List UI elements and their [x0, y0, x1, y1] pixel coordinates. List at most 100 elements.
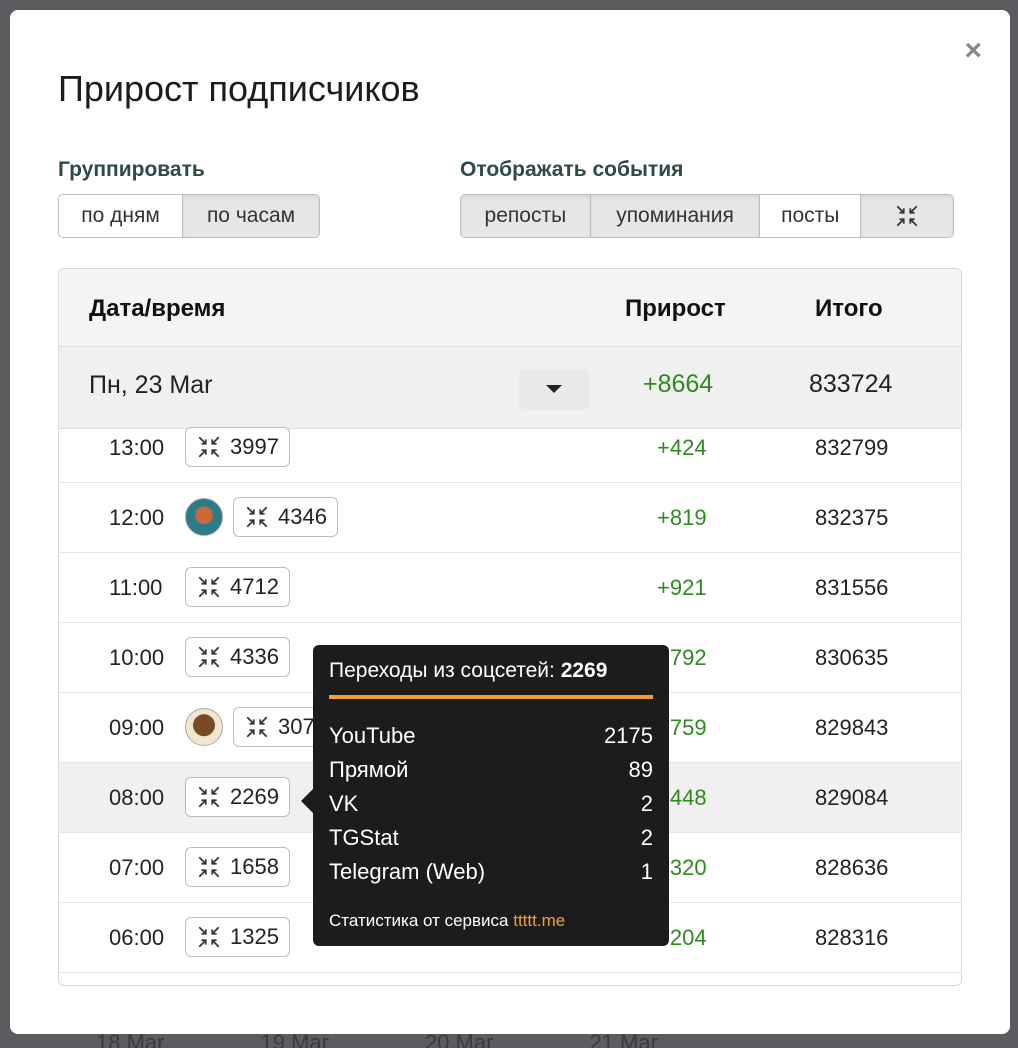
clicks-count: 4712	[230, 574, 279, 599]
tooltip-item-value: 2175	[604, 723, 653, 748]
events-posts-button[interactable]: посты	[760, 195, 862, 237]
tooltip-title-value: 2269	[560, 659, 608, 682]
row-events: 1658	[185, 847, 290, 887]
tooltip-item-name: Прямой	[329, 757, 409, 782]
tooltip-item: VK 2	[329, 791, 653, 825]
clicks-badge[interactable]: 4336	[185, 637, 290, 677]
merge-arrows-icon	[198, 926, 220, 948]
tooltip-item-name: YouTube	[329, 723, 416, 748]
row-total: 832799	[815, 435, 889, 460]
clicks-count: 1325	[230, 924, 279, 949]
row-growth: +424	[657, 435, 707, 460]
tooltip-item-value: 89	[628, 757, 653, 782]
table-row: 12:00 4346 +819 832375	[59, 483, 961, 553]
row-time: 08:00	[109, 785, 165, 810]
clicks-count: 4336	[230, 644, 279, 669]
events-label: Отображать события	[460, 158, 684, 181]
tooltip-item-name: Telegram (Web)	[329, 859, 486, 884]
tooltip-title-text: Переходы из соцсетей:	[329, 659, 555, 682]
table-row: 11:00 4712 +921 831556	[59, 553, 961, 623]
tooltip-item-value: 2	[640, 825, 653, 850]
clicks-badge[interactable]: 1658	[185, 847, 290, 887]
tooltip-item-value: 1	[640, 859, 653, 884]
row-total: 832375	[815, 505, 889, 530]
row-events: 2269	[185, 777, 290, 817]
merge-arrows-icon	[246, 506, 268, 528]
group-label: Группировать	[58, 158, 205, 181]
day-date: Пн, 23 Mar	[89, 371, 213, 399]
clicks-badge[interactable]: 1325	[185, 917, 290, 957]
subscribers-growth-modal: × Прирост подписчиков Группировать по дн…	[10, 10, 1010, 1034]
modal-title: Прирост подписчиков	[58, 68, 420, 109]
events-reposts-button[interactable]: репосты	[461, 195, 591, 237]
row-time: 13:00	[109, 435, 165, 460]
clicks-badge[interactable]: 4346	[233, 497, 338, 537]
group-by-hours-button[interactable]: по часам	[183, 195, 319, 237]
table-header: Дата/время Прирост Итого	[59, 269, 961, 347]
tooltip-item-name: VK	[329, 791, 359, 816]
tooltip-item: YouTube 2175	[329, 723, 653, 757]
clicks-count: 3997	[230, 434, 279, 459]
chevron-down-icon	[546, 385, 562, 393]
row-events: 1325	[185, 917, 290, 957]
tooltip-source-list: YouTube 2175 Прямой 89 VK 2 TGStat 2 Telegram (W…	[329, 723, 653, 893]
tooltip-accent-bar	[329, 695, 653, 699]
tooltip-title: Переходы из соцсетей: 2269	[329, 659, 653, 683]
row-time: 10:00	[109, 645, 165, 670]
merge-arrows-icon	[198, 646, 220, 668]
avatar[interactable]	[185, 708, 223, 746]
group-toggle: по дням по часам	[58, 194, 320, 238]
tooltip-item: Прямой 89	[329, 757, 653, 791]
table-row: 13:00 3997 +424 832799	[59, 427, 961, 483]
merge-arrows-icon	[198, 436, 220, 458]
merge-arrows-icon	[896, 205, 918, 227]
row-time: 07:00	[109, 855, 165, 880]
row-events: 4712	[185, 567, 290, 607]
events-toggle: репосты упоминания посты	[460, 194, 954, 238]
tooltip-footer-text: Статистика от сервиса	[329, 911, 509, 930]
social-clicks-tooltip: Переходы из соцсетей: 2269 YouTube 2175 Пр…	[301, 645, 669, 946]
tooltip-item-value: 2	[640, 791, 653, 816]
tooltip-item: TGStat 2	[329, 825, 653, 859]
row-growth: +921	[657, 575, 707, 600]
row-time: 11:00	[109, 575, 163, 600]
events-mentions-button[interactable]: упоминания	[590, 195, 761, 237]
merge-arrows-icon	[198, 856, 220, 878]
close-button[interactable]: ×	[964, 36, 982, 66]
header-total: Итого	[815, 295, 883, 322]
row-events: 4336	[185, 637, 290, 677]
events-clicks-button[interactable]	[861, 195, 953, 237]
row-growth: +819	[657, 505, 707, 530]
merge-arrows-icon	[246, 716, 268, 738]
header-date: Дата/время	[89, 295, 226, 322]
row-total: 828316	[815, 925, 889, 950]
day-growth: +8664	[643, 370, 714, 398]
day-total: 833724	[809, 370, 893, 398]
row-total: 829843	[815, 715, 889, 740]
merge-arrows-icon	[198, 576, 220, 598]
tooltip-footer-link[interactable]: ttttt.me	[513, 911, 565, 930]
clicks-badge[interactable]: 2269	[185, 777, 290, 817]
clicks-badge[interactable]: 4712	[185, 567, 290, 607]
clicks-badge[interactable]: 3997	[185, 427, 290, 467]
row-total: 829084	[815, 785, 889, 810]
tooltip-item-name: TGStat	[329, 825, 399, 850]
header-growth: Прирост	[625, 295, 726, 322]
row-total: 831556	[815, 575, 889, 600]
day-summary-row[interactable]: Пн, 23 Mar +8664 833724	[59, 347, 961, 429]
row-events: 3997	[185, 427, 290, 467]
day-expand-button[interactable]	[519, 369, 589, 409]
row-time: 06:00	[109, 925, 165, 950]
clicks-count: 2269	[230, 784, 279, 809]
group-by-days-button[interactable]: по дням	[59, 195, 183, 237]
row-time: 12:00	[109, 505, 165, 530]
tooltip-item: Telegram (Web) 1	[329, 859, 653, 893]
avatar[interactable]	[185, 498, 223, 536]
row-time: 09:00	[109, 715, 165, 740]
merge-arrows-icon	[198, 786, 220, 808]
tooltip-footer: Статистика от сервиса ttttt.me	[329, 911, 653, 931]
row-events: 4346	[185, 497, 338, 537]
row-total: 828636	[815, 855, 889, 880]
row-total: 830635	[815, 645, 889, 670]
clicks-count: 1658	[230, 854, 279, 879]
